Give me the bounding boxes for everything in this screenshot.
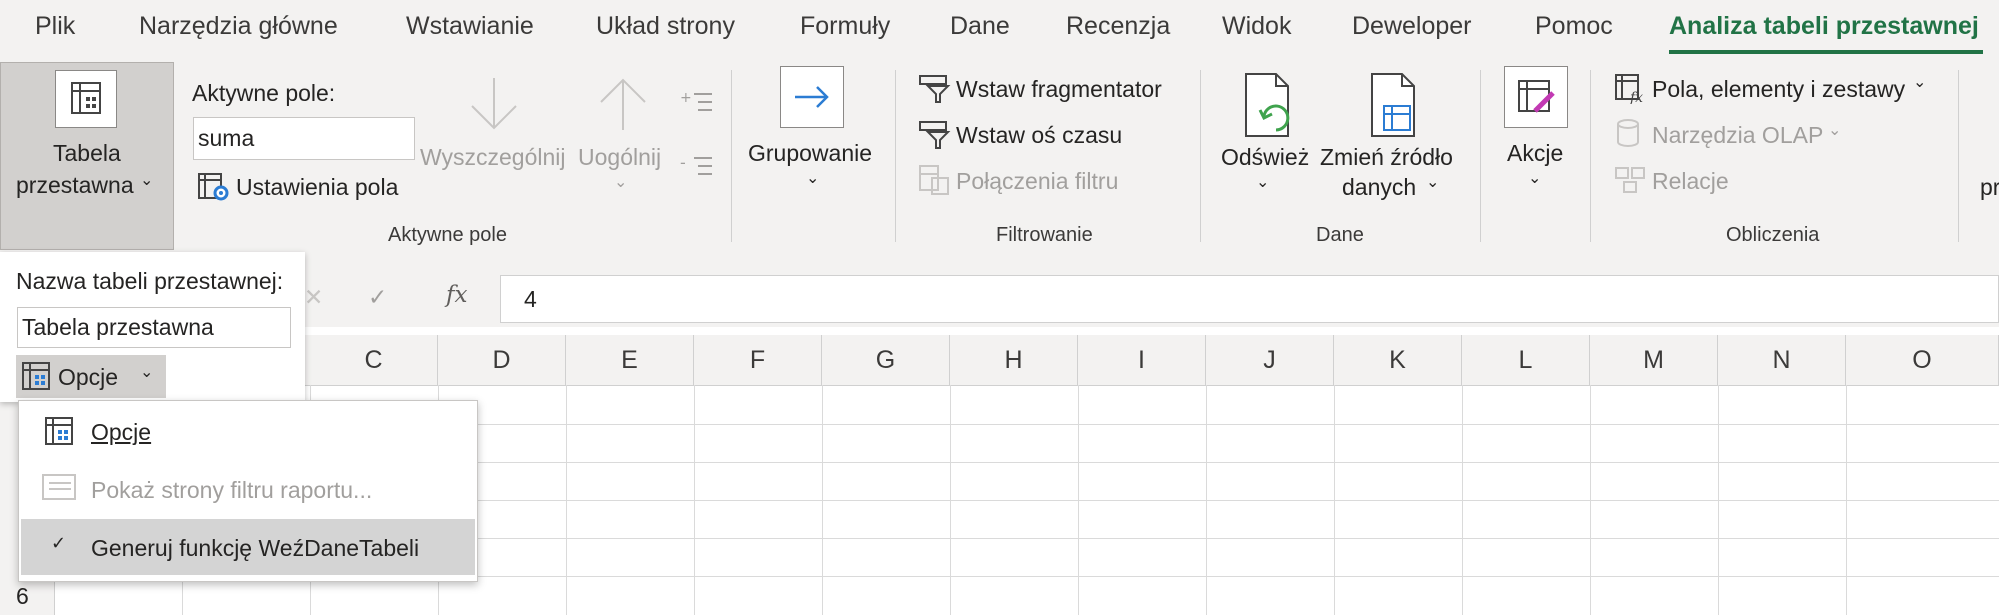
column-header[interactable]: D: [438, 335, 566, 385]
ribbon-separator: [1590, 70, 1591, 242]
tab-data[interactable]: Dane: [950, 12, 1010, 41]
change-data-source-icon: [1368, 72, 1428, 145]
drill-up-button[interactable]: Uogólnij: [578, 144, 661, 171]
column-header[interactable]: F: [694, 335, 822, 385]
pivot-table-label-2: przestawna: [16, 172, 134, 198]
tab-insert[interactable]: Wstawianie: [406, 12, 534, 41]
column-header[interactable]: O: [1846, 335, 1999, 385]
svg-text:fx: fx: [1629, 90, 1643, 104]
olap-tools-icon: [1614, 118, 1648, 155]
row-header[interactable]: 6: [16, 583, 29, 610]
column-header[interactable]: K: [1334, 335, 1462, 385]
grouping-icon: [780, 66, 844, 128]
insert-function-icon[interactable]: fx: [446, 282, 467, 308]
fields-items-sets-button[interactable]: Pola, elementy i zestawy: [1652, 76, 1905, 103]
column-header[interactable]: L: [1462, 335, 1590, 385]
collapse-field-icon[interactable]: -: [680, 153, 714, 185]
drill-down-icon: [466, 74, 522, 139]
field-settings-icon: [197, 171, 231, 208]
menu-item-generate-getpivotdata[interactable]: Generuj funkcję WeźDaneTabeli: [91, 535, 419, 562]
pivot-table-label-1: Tabela: [53, 140, 121, 166]
relationships-button[interactable]: Relacje: [1652, 168, 1729, 195]
pivot-name-label: Nazwa tabeli przestawnej:: [16, 268, 284, 294]
cancel-icon[interactable]: ✕: [304, 284, 323, 311]
chevron-down-icon: ⌄: [1528, 170, 1542, 187]
insert-slicer-button[interactable]: Wstaw fragmentator: [956, 76, 1162, 103]
column-header[interactable]: H: [950, 335, 1078, 385]
grouping-button[interactable]: Grupowanie: [748, 140, 872, 167]
group-label-calculations: Obliczenia: [1726, 224, 1820, 246]
tab-formulas[interactable]: Formuły: [800, 12, 890, 41]
chevron-down-icon: ⌄: [806, 170, 820, 187]
column-header[interactable]: G: [822, 335, 950, 385]
ribbon-separator: [1958, 70, 1959, 242]
group-label-filter: Filtrowanie: [996, 224, 1093, 246]
ribbon-separator: [1200, 70, 1201, 242]
tab-view[interactable]: Widok: [1222, 12, 1291, 41]
formula-value: 4: [524, 286, 537, 312]
formula-input[interactable]: [500, 275, 1999, 323]
refresh-button[interactable]: Odśwież: [1221, 144, 1309, 171]
change-source-label-1[interactable]: Zmień źródło: [1320, 144, 1453, 171]
change-source-label-2[interactable]: danych: [1342, 174, 1416, 201]
expand-field-icon[interactable]: +: [680, 90, 714, 121]
drill-up-icon: [595, 74, 651, 139]
menu-item-options[interactable]: Opcje: [91, 419, 151, 446]
ribbon-separator: [1480, 70, 1481, 242]
column-header[interactable]: I: [1078, 335, 1206, 385]
actions-button[interactable]: Akcje: [1507, 140, 1563, 167]
filter-connections-button[interactable]: Połączenia filtru: [956, 168, 1118, 195]
options-icon: [20, 360, 54, 397]
filter-connections-icon: [918, 164, 952, 201]
tab-home[interactable]: Narzędzia główne: [139, 12, 338, 41]
column-header[interactable]: C: [310, 335, 438, 385]
chevron-down-icon: ⌄: [1913, 74, 1927, 91]
ribbon-separator: [895, 70, 896, 242]
insert-timeline-button[interactable]: Wstaw oś czasu: [956, 122, 1122, 149]
slicer-icon: [918, 74, 952, 109]
truncated-ribbon-label: pr: [1980, 174, 1999, 200]
enter-icon[interactable]: ✓: [368, 284, 387, 311]
column-header[interactable]: N: [1718, 335, 1846, 385]
actions-icon: [1504, 66, 1568, 128]
refresh-icon: [1242, 72, 1302, 145]
chevron-down-icon: ⌄: [140, 364, 154, 381]
chevron-down-icon: ⌄: [1426, 174, 1440, 191]
tab-page-layout[interactable]: Układ strony: [596, 12, 735, 41]
olap-tools-button[interactable]: Narzędzia OLAP: [1652, 122, 1823, 149]
column-header[interactable]: J: [1206, 335, 1334, 385]
drill-down-button[interactable]: Wyszczególnij: [420, 144, 566, 171]
tab-review[interactable]: Recenzja: [1066, 12, 1170, 41]
column-header[interactable]: M: [1590, 335, 1718, 385]
chevron-down-icon: ⌄: [614, 174, 628, 191]
column-header[interactable]: E: [566, 335, 694, 385]
pivot-name-input[interactable]: Tabela przestawna: [17, 307, 291, 348]
report-filter-pages-icon: [41, 473, 79, 508]
tab-developer[interactable]: Deweloper: [1352, 12, 1472, 41]
fields-items-sets-icon: fx: [1614, 72, 1648, 109]
group-label-active-field: Aktywne pole: [388, 224, 507, 246]
active-field-input[interactable]: suma: [193, 117, 415, 160]
group-label-data: Dane: [1316, 224, 1364, 246]
chevron-down-icon: ⌄: [1828, 122, 1842, 139]
tab-pivottable-analyze[interactable]: Analiza tabeli przestawnej: [1669, 12, 1979, 41]
menu-item-show-report-filter-pages[interactable]: Pokaż strony filtru raportu...: [91, 477, 372, 504]
tab-help[interactable]: Pomoc: [1535, 12, 1613, 41]
check-icon: ✓: [51, 533, 67, 553]
options-icon: [43, 415, 77, 452]
chevron-down-icon: ⌄: [1256, 174, 1270, 191]
svg-text:+: +: [680, 90, 692, 106]
options-menu: Opcje Pokaż strony filtru raportu... ✓ G…: [18, 400, 478, 582]
tab-file[interactable]: Plik: [35, 12, 75, 41]
pivot-table-icon: [55, 70, 117, 128]
field-settings-button[interactable]: Ustawienia pola: [236, 174, 398, 201]
active-tab-underline: [1669, 50, 1983, 54]
ribbon-separator: [731, 70, 732, 242]
chevron-down-icon: ⌄: [140, 172, 154, 189]
active-field-label: Aktywne pole:: [192, 80, 336, 106]
relationships-icon: [1614, 164, 1648, 201]
timeline-icon: [918, 120, 952, 155]
options-button-label: Opcje: [58, 364, 119, 390]
svg-text:-: -: [680, 154, 686, 172]
